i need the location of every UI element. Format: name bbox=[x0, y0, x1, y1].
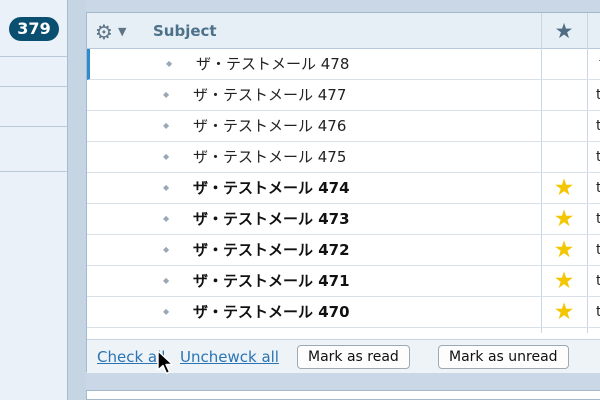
message-list-header: ⚙ ▼ Subject ★ bbox=[87, 13, 600, 49]
message-row[interactable]: ◆ ザ・テストメール 471 ★ t bbox=[87, 266, 600, 297]
chevron-down-icon: ▼ bbox=[118, 25, 127, 38]
sidebar-divider bbox=[0, 126, 67, 127]
message-row[interactable]: ◆ ザ・テストメール 470 ★ t bbox=[87, 297, 600, 328]
message-sender-cut: t bbox=[596, 149, 600, 165]
next-panel-edge bbox=[86, 390, 600, 400]
message-list-panel: ⚙ ▼ Subject ★ ◆ ザ・テストメール 478 t ◆ ザ・テストメール 47… bbox=[86, 12, 600, 374]
message-row[interactable]: ◆ ザ・テストメール 472 ★ t bbox=[87, 235, 600, 266]
thread-marker-icon: ◆ bbox=[163, 276, 170, 285]
message-list: ◆ ザ・テストメール 478 t ◆ ザ・テストメール 477 t ◆ ザ・テストメール 47… bbox=[87, 49, 600, 328]
pane-gutter bbox=[68, 0, 86, 400]
message-sender-cut: t bbox=[596, 242, 600, 258]
thread-marker-icon: ◆ bbox=[163, 121, 170, 130]
message-row[interactable]: ◆ザ・テストメール 478t bbox=[87, 49, 600, 80]
message-subject: ザ・テストメール 476 bbox=[193, 117, 347, 135]
sidebar-divider bbox=[0, 171, 67, 172]
message-subject: ザ・テストメール 470 bbox=[193, 303, 350, 321]
flag-star-icon[interactable] bbox=[549, 142, 579, 172]
message-subject: ザ・テストメール 472 bbox=[193, 241, 350, 259]
message-row[interactable]: ◆ ザ・テストメール 474 ★ t bbox=[87, 173, 600, 204]
thread-marker-icon: ◆ bbox=[163, 214, 170, 223]
thread-marker-icon: ◆ bbox=[166, 59, 173, 68]
thread-marker-icon: ◆ bbox=[163, 183, 170, 192]
sidebar-divider bbox=[0, 56, 67, 57]
message-row[interactable]: ◆ ザ・テストメール 477 t bbox=[87, 80, 600, 111]
flag-star-icon[interactable] bbox=[552, 49, 582, 79]
flag-star-icon[interactable]: ★ bbox=[549, 266, 579, 296]
message-sender-cut: t bbox=[596, 273, 600, 289]
column-header-subject[interactable]: Subject bbox=[153, 13, 217, 49]
flag-star-icon[interactable]: ★ bbox=[549, 204, 579, 234]
mark-as-read-button[interactable]: Mark as read bbox=[297, 345, 410, 369]
mouse-cursor-icon bbox=[157, 350, 174, 375]
message-sender-cut: t bbox=[596, 180, 600, 196]
uncheck-all-link[interactable]: Unchewck all bbox=[180, 340, 279, 374]
message-row[interactable]: ◆ ザ・テストメール 473 ★ t bbox=[87, 204, 600, 235]
message-sender-cut: t bbox=[596, 304, 600, 320]
flag-star-icon[interactable]: ★ bbox=[549, 297, 579, 327]
message-subject: ザ・テストメール 471 bbox=[193, 272, 350, 290]
message-sender-cut: t bbox=[596, 87, 600, 103]
thread-marker-icon: ◆ bbox=[163, 152, 170, 161]
message-row[interactable]: ◆ ザ・テストメール 475 t bbox=[87, 142, 600, 173]
message-subject: ザ・テストメール 474 bbox=[193, 179, 350, 197]
flag-star-icon[interactable]: ★ bbox=[549, 235, 579, 265]
list-settings-button[interactable]: ⚙ ▼ bbox=[95, 21, 135, 43]
flag-star-icon[interactable]: ★ bbox=[549, 173, 579, 203]
folder-sidebar: 379 bbox=[0, 0, 68, 400]
message-subject: ザ・テストメール 475 bbox=[193, 148, 347, 166]
message-sender-cut: t bbox=[596, 118, 600, 134]
star-icon[interactable]: ★ bbox=[551, 13, 577, 49]
message-subject: ザ・テストメール 477 bbox=[193, 86, 347, 104]
flag-star-icon[interactable] bbox=[549, 111, 579, 141]
message-subject: ザ・テストメール 473 bbox=[193, 210, 350, 228]
message-sender-cut: t bbox=[596, 211, 600, 227]
sidebar-divider bbox=[0, 86, 67, 87]
mark-as-unread-button[interactable]: Mark as unread bbox=[438, 345, 569, 369]
flag-star-icon[interactable] bbox=[549, 80, 579, 110]
gear-icon: ⚙ bbox=[95, 20, 113, 44]
message-row[interactable]: ◆ ザ・テストメール 476 t bbox=[87, 111, 600, 142]
thread-marker-icon: ◆ bbox=[163, 245, 170, 254]
unread-count-badge: 379 bbox=[9, 17, 59, 41]
message-subject: ザ・テストメール 478 bbox=[196, 55, 350, 73]
thread-marker-icon: ◆ bbox=[163, 307, 170, 316]
thread-marker-icon: ◆ bbox=[163, 90, 170, 99]
